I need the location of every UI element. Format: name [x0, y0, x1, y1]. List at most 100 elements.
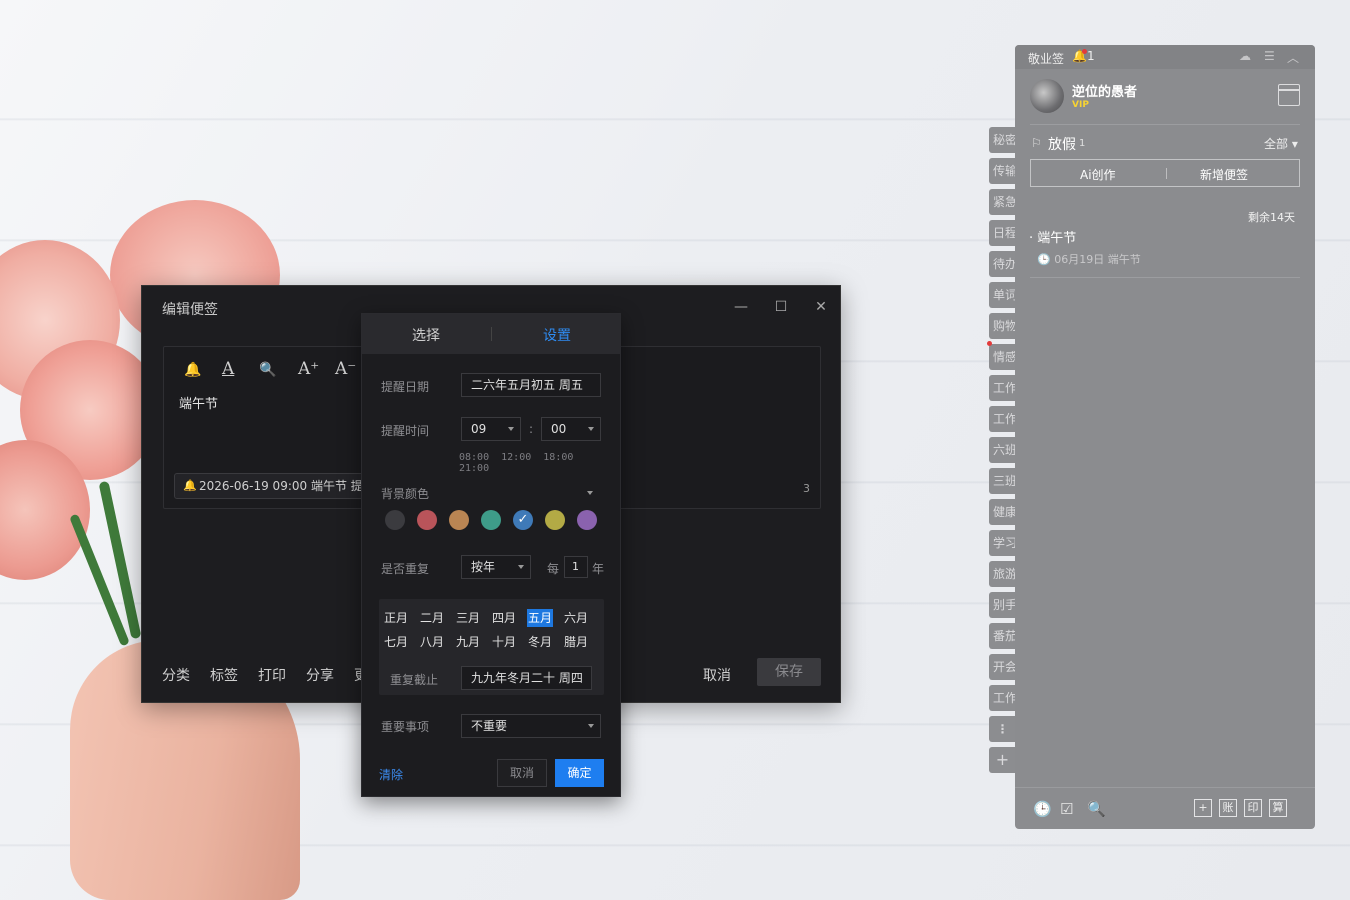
repeat-mode-select[interactable]: 按年: [461, 555, 531, 579]
quick-time-2100[interactable]: 21:00: [459, 463, 489, 474]
color-swatch-purple[interactable]: [577, 510, 597, 530]
tab-select[interactable]: 选择: [412, 325, 440, 345]
month-11[interactable]: 冬月: [527, 633, 553, 651]
repeat-end-field[interactable]: 九九年冬月二十 周四: [461, 666, 592, 690]
color-swatch-green[interactable]: [481, 510, 501, 530]
category-button[interactable]: 分类: [162, 665, 190, 685]
checklist-icon[interactable]: ☑: [1060, 800, 1073, 818]
avatar[interactable]: [1030, 79, 1064, 113]
month-1[interactable]: 正月: [383, 609, 409, 627]
side-tab-health[interactable]: 健康: [989, 499, 1016, 525]
repeat-label: 是否重复: [381, 562, 430, 576]
side-tab-meeting[interactable]: 开会: [989, 654, 1016, 680]
side-tab-study[interactable]: 学习: [989, 530, 1016, 556]
quick-time-1200[interactable]: 12:00: [501, 452, 531, 463]
close-button[interactable]: ✕: [810, 296, 832, 318]
side-tab-tomato[interactable]: 番茄: [989, 623, 1016, 649]
repeat-interval-input[interactable]: 1: [564, 556, 588, 578]
username: 逆位的愚者: [1072, 85, 1138, 100]
side-tab-todo[interactable]: 待办: [989, 251, 1016, 277]
month-8[interactable]: 八月: [419, 633, 445, 651]
color-swatch-red[interactable]: [417, 510, 437, 530]
vip-badge: VIP: [1072, 100, 1089, 110]
tag-button[interactable]: 标签: [210, 665, 238, 685]
cloud-sync-icon[interactable]: ☁: [1239, 49, 1251, 63]
unit-label: 年: [592, 562, 605, 576]
month-2[interactable]: 二月: [419, 609, 445, 627]
more-tabs-icon[interactable]: ⋮: [989, 716, 1016, 742]
side-tab-shopping[interactable]: 购物: [989, 313, 1016, 339]
quick-time-1800[interactable]: 18:00: [543, 452, 573, 463]
clear-button[interactable]: 清除: [379, 766, 403, 783]
color-swatch-gray[interactable]: [385, 510, 405, 530]
search-icon[interactable]: 🔍: [259, 362, 276, 378]
filter-all-dropdown[interactable]: 全部 ▾: [1264, 135, 1298, 152]
ai-create-button[interactable]: Ai创作: [1080, 166, 1116, 183]
category-name[interactable]: 放假: [1048, 134, 1076, 154]
calculator-icon[interactable]: 算: [1269, 799, 1287, 817]
side-tab-words[interactable]: 单词: [989, 282, 1016, 308]
side-tab-secret[interactable]: 秘密: [989, 127, 1016, 153]
note-list-item[interactable]: · 端午节: [1029, 227, 1076, 246]
calendar-icon[interactable]: [1278, 84, 1300, 106]
month-12[interactable]: 腊月: [563, 633, 589, 651]
side-tab-emotion[interactable]: 情感: [989, 344, 1016, 370]
chevron-down-icon[interactable]: [587, 491, 593, 495]
collapse-icon[interactable]: ︿: [1287, 49, 1299, 66]
menu-icon[interactable]: ☰: [1264, 49, 1275, 63]
font-decrease-icon[interactable]: A⁻: [335, 359, 356, 379]
save-button[interactable]: 保存: [757, 658, 821, 686]
minimize-button[interactable]: —: [730, 296, 752, 318]
month-10[interactable]: 十月: [491, 633, 517, 651]
side-tab-urgent[interactable]: 紧急: [989, 189, 1016, 215]
sidebar-titlebar: 敬业签 🔔1 ☁ ☰ ︿: [1015, 45, 1315, 69]
print-button[interactable]: 打印: [258, 665, 286, 685]
side-tab-transfer[interactable]: 传输: [989, 158, 1016, 184]
important-value: 不重要: [471, 719, 508, 733]
hour-select[interactable]: 09: [461, 417, 521, 441]
tab-settings[interactable]: 设置: [543, 325, 571, 345]
cancel-button[interactable]: 取消: [703, 665, 731, 685]
reminder-chip[interactable]: 🔔 2026-06-19 09:00 端午节 提醒: [174, 473, 374, 499]
stamp-icon[interactable]: 印: [1244, 799, 1262, 817]
popup-cancel-button[interactable]: 取消: [497, 759, 547, 787]
side-tab-other[interactable]: 别手: [989, 592, 1016, 618]
font-color-icon[interactable]: A: [222, 359, 234, 379]
quick-time-0800[interactable]: 08:00: [459, 452, 489, 463]
add-note-icon[interactable]: +: [1194, 799, 1212, 817]
side-tab-travel[interactable]: 旅游: [989, 561, 1016, 587]
note-content[interactable]: 端午节: [179, 393, 218, 412]
font-increase-icon[interactable]: A⁺: [298, 359, 319, 379]
share-button[interactable]: 分享: [306, 665, 334, 685]
color-swatch-yellow[interactable]: [545, 510, 565, 530]
ledger-icon[interactable]: 账: [1219, 799, 1237, 817]
maximize-button[interactable]: ☐: [770, 296, 792, 318]
month-4[interactable]: 四月: [491, 609, 517, 627]
month-9[interactable]: 九月: [455, 633, 481, 651]
month-7[interactable]: 七月: [383, 633, 409, 651]
history-icon[interactable]: 🕒: [1033, 800, 1052, 818]
side-tab-schedule[interactable]: 日程: [989, 220, 1016, 246]
side-tab-work-3[interactable]: 工作: [989, 685, 1016, 711]
side-tab-work-1[interactable]: 工作: [989, 375, 1016, 401]
new-note-button[interactable]: 新增便签: [1200, 166, 1248, 183]
minute-select[interactable]: 00: [541, 417, 601, 441]
side-tab-class-6[interactable]: 六班: [989, 437, 1016, 463]
color-swatch-orange[interactable]: [449, 510, 469, 530]
important-select[interactable]: 不重要: [461, 714, 601, 738]
month-3[interactable]: 三月: [455, 609, 481, 627]
clock-icon: 🕒: [1037, 253, 1051, 266]
month-5-selected[interactable]: 五月: [527, 609, 553, 627]
month-picker: 正月 二月 三月 四月 五月 六月 七月 八月 九月 十月 冬月 腊月 重复截止…: [379, 599, 604, 695]
search-icon[interactable]: 🔍: [1087, 800, 1106, 818]
side-tab-class-3[interactable]: 三班: [989, 468, 1016, 494]
popup-confirm-button[interactable]: 确定: [555, 759, 604, 787]
remind-date-field[interactable]: 二六年五月初五 周五: [461, 373, 601, 397]
color-swatch-blue-selected[interactable]: ✓: [513, 510, 533, 530]
bell-icon[interactable]: 🔔: [184, 362, 201, 378]
days-left: 剩余14天: [1248, 211, 1295, 224]
add-tab-icon[interactable]: +: [989, 747, 1016, 773]
month-6[interactable]: 六月: [563, 609, 589, 627]
chevron-down-icon: [518, 565, 524, 569]
side-tab-work-2[interactable]: 工作: [989, 406, 1016, 432]
